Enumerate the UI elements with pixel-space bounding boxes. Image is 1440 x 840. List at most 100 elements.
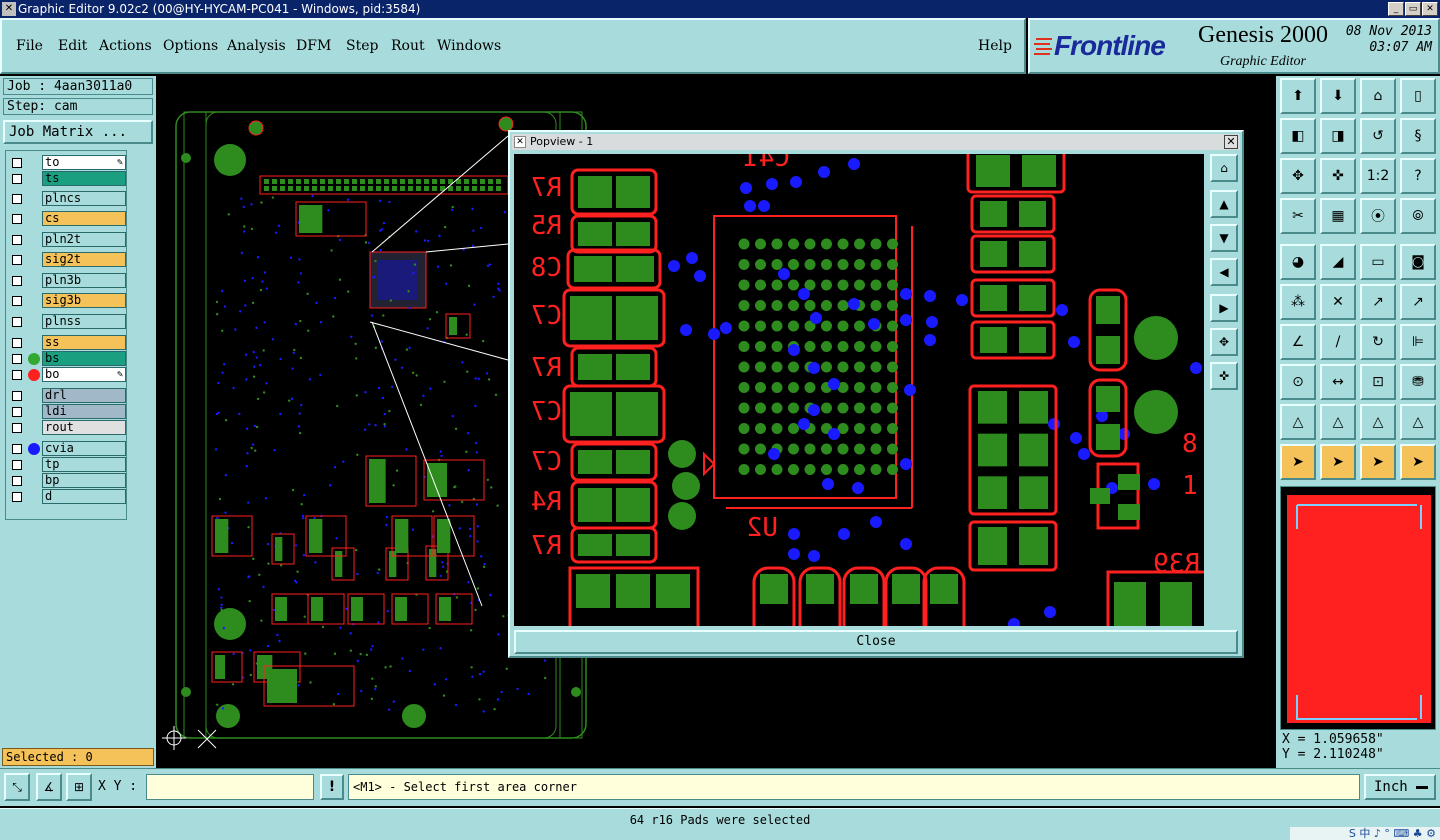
rotate-icon[interactable]: ↻ <box>1360 324 1396 360</box>
pv-pan-left-icon[interactable]: ◀ <box>1210 258 1238 286</box>
units-select[interactable]: Inch <box>1364 774 1436 800</box>
pan-left-icon[interactable]: ◧ <box>1280 118 1316 154</box>
line-draw-icon[interactable]: / <box>1320 324 1356 360</box>
zoom-center-icon[interactable]: ✜ <box>1320 158 1356 194</box>
step-next-icon[interactable]: § <box>1400 118 1436 154</box>
pv-zoom-home-icon[interactable]: ⌂ <box>1210 154 1238 182</box>
layer-name[interactable]: to ✎ <box>42 155 126 170</box>
mirror-icon[interactable]: ⊫ <box>1400 324 1436 360</box>
edit-angle-icon[interactable]: ∡ <box>36 773 62 801</box>
layer-name[interactable]: plnss <box>42 314 126 329</box>
net-highlight-icon[interactable]: ⁂ <box>1280 284 1316 320</box>
snap-center-icon[interactable]: ⦾ <box>1400 198 1436 234</box>
layer-checkbox[interactable] <box>12 444 22 454</box>
layer-name[interactable]: rout <box>42 420 126 435</box>
popview-close-button[interactable]: Close <box>514 630 1238 654</box>
overview-map[interactable] <box>1280 486 1436 730</box>
layer-row-d[interactable]: d <box>8 489 126 505</box>
layer-name[interactable]: bp <box>42 473 126 488</box>
pointer-icon[interactable]: ➤ <box>1280 444 1316 480</box>
layer-row-ldi[interactable]: ldi <box>8 404 126 420</box>
grid-icon[interactable]: ▦ <box>1320 198 1356 234</box>
layer-name[interactable]: pln3b <box>42 273 126 288</box>
triangle-d-icon[interactable]: △ <box>1400 404 1436 440</box>
layer-row-rout[interactable]: rout <box>8 420 126 436</box>
layer-checkbox[interactable] <box>12 235 22 245</box>
menu-help[interactable]: Help <box>978 38 1012 54</box>
angle-draw-icon[interactable]: ∠ <box>1280 324 1316 360</box>
layer-checkbox[interactable] <box>12 174 22 184</box>
layer-row-plnss[interactable]: plnss <box>8 314 126 330</box>
menu-edit[interactable]: Edit <box>58 38 87 54</box>
ruler-icon[interactable]: ▭ <box>1360 244 1396 280</box>
menu-windows[interactable]: Windows <box>437 38 501 54</box>
layer-checkbox[interactable] <box>12 391 22 401</box>
triangle-a-icon[interactable]: △ <box>1280 404 1316 440</box>
layer-name[interactable]: ts <box>42 171 126 186</box>
layer-name[interactable]: tp <box>42 457 126 472</box>
layer-row-pln3b[interactable]: pln3b <box>8 273 126 289</box>
triangle-c-icon[interactable]: △ <box>1360 404 1396 440</box>
layer-row-to[interactable]: to ✎ <box>8 155 126 171</box>
layer-name[interactable]: pln2t <box>42 232 126 247</box>
connect-icon[interactable]: ↗ <box>1360 284 1396 320</box>
split-view-icon[interactable]: ▯ <box>1400 78 1436 114</box>
layer-row-bp[interactable]: bp <box>8 473 126 489</box>
pv-zoom-out-icon[interactable]: ✜ <box>1210 362 1238 390</box>
popview-close-icon[interactable]: ✕ <box>1224 135 1238 149</box>
alert-button[interactable]: ! <box>320 774 344 800</box>
layer-checkbox[interactable] <box>12 158 22 168</box>
layer-row-cs[interactable]: cs <box>8 211 126 227</box>
select-pad-icon[interactable]: ◕ <box>1280 244 1316 280</box>
layer-name[interactable]: bs <box>42 351 126 366</box>
layer-name[interactable]: ldi <box>42 404 126 419</box>
layer-checkbox[interactable] <box>12 276 22 286</box>
layer-row-plncs[interactable]: plncs <box>8 191 126 207</box>
layer-row-bs[interactable]: bs <box>8 351 126 367</box>
layer-row-pln2t[interactable]: pln2t <box>8 232 126 248</box>
layer-name[interactable]: d <box>42 489 126 504</box>
menu-analysis[interactable]: Analysis <box>227 38 286 54</box>
layer-checkbox[interactable] <box>12 460 22 470</box>
home-icon[interactable]: ⌂ <box>1360 78 1396 114</box>
zoom-window-icon[interactable]: ✥ <box>1280 158 1316 194</box>
layer-checkbox[interactable] <box>12 407 22 417</box>
layer-name[interactable]: drl <box>42 388 126 403</box>
menu-step[interactable]: Step <box>346 38 378 54</box>
pointer-net-icon[interactable]: ➤ <box>1400 444 1436 480</box>
layer-name[interactable]: cs <box>42 211 126 226</box>
menu-file[interactable]: File <box>16 38 43 54</box>
pan-right-icon[interactable]: ◨ <box>1320 118 1356 154</box>
layer-name[interactable]: ss <box>42 335 126 350</box>
zoom-home-icon[interactable]: ⬆ <box>1280 78 1316 114</box>
zoom-fit-icon[interactable]: ⬇ <box>1320 78 1356 114</box>
scale-1-2-icon[interactable]: 1:2 <box>1360 158 1396 194</box>
maximize-button[interactable]: ▭ <box>1405 2 1421 16</box>
layer-checkbox[interactable] <box>12 476 22 486</box>
snap-grid-icon[interactable]: ⊞ <box>66 773 92 801</box>
window-title-bar[interactable]: ✕ Graphic Editor 9.02c2 (00@HY-HYCAM-PC0… <box>0 0 1440 18</box>
net-select-icon[interactable]: ⊙ <box>1280 364 1316 400</box>
menu-actions[interactable]: Actions <box>99 38 152 54</box>
triangle-b-icon[interactable]: △ <box>1320 404 1356 440</box>
layer-row-cvia[interactable]: cvia <box>8 441 126 457</box>
layer-checkbox[interactable] <box>12 214 22 224</box>
snap-pad-icon[interactable]: ⦿ <box>1360 198 1396 234</box>
layer-row-bo[interactable]: bo ✎ <box>8 367 126 383</box>
step-back-icon[interactable]: ↺ <box>1360 118 1396 154</box>
layer-checkbox[interactable] <box>12 317 22 327</box>
clusters-icon[interactable]: ⛃ <box>1400 364 1436 400</box>
layer-checkbox[interactable] <box>12 255 22 265</box>
draw-line-icon[interactable]: ◢ <box>1320 244 1356 280</box>
layer-checkbox[interactable] <box>12 492 22 502</box>
popview-canvas[interactable]: R7 R5 C8 C7 R7 C7 C7 R4 R7 U2 C41 R39 8 … <box>514 154 1204 626</box>
layer-checkbox[interactable] <box>12 423 22 433</box>
measure-icon[interactable]: ✂ <box>1280 198 1316 234</box>
layer-row-ts[interactable]: ts <box>8 171 126 187</box>
layer-name[interactable]: bo ✎ <box>42 367 126 382</box>
pad-outline-icon[interactable]: ◙ <box>1400 244 1436 280</box>
job-matrix-button[interactable]: Job Matrix ... <box>3 120 153 144</box>
pv-pan-down-icon[interactable]: ▼ <box>1210 224 1238 252</box>
pointer-alt-icon[interactable]: ➤ <box>1360 444 1396 480</box>
popview-title-bar[interactable]: ✕ Popview - 1 ✕ <box>512 134 1240 150</box>
